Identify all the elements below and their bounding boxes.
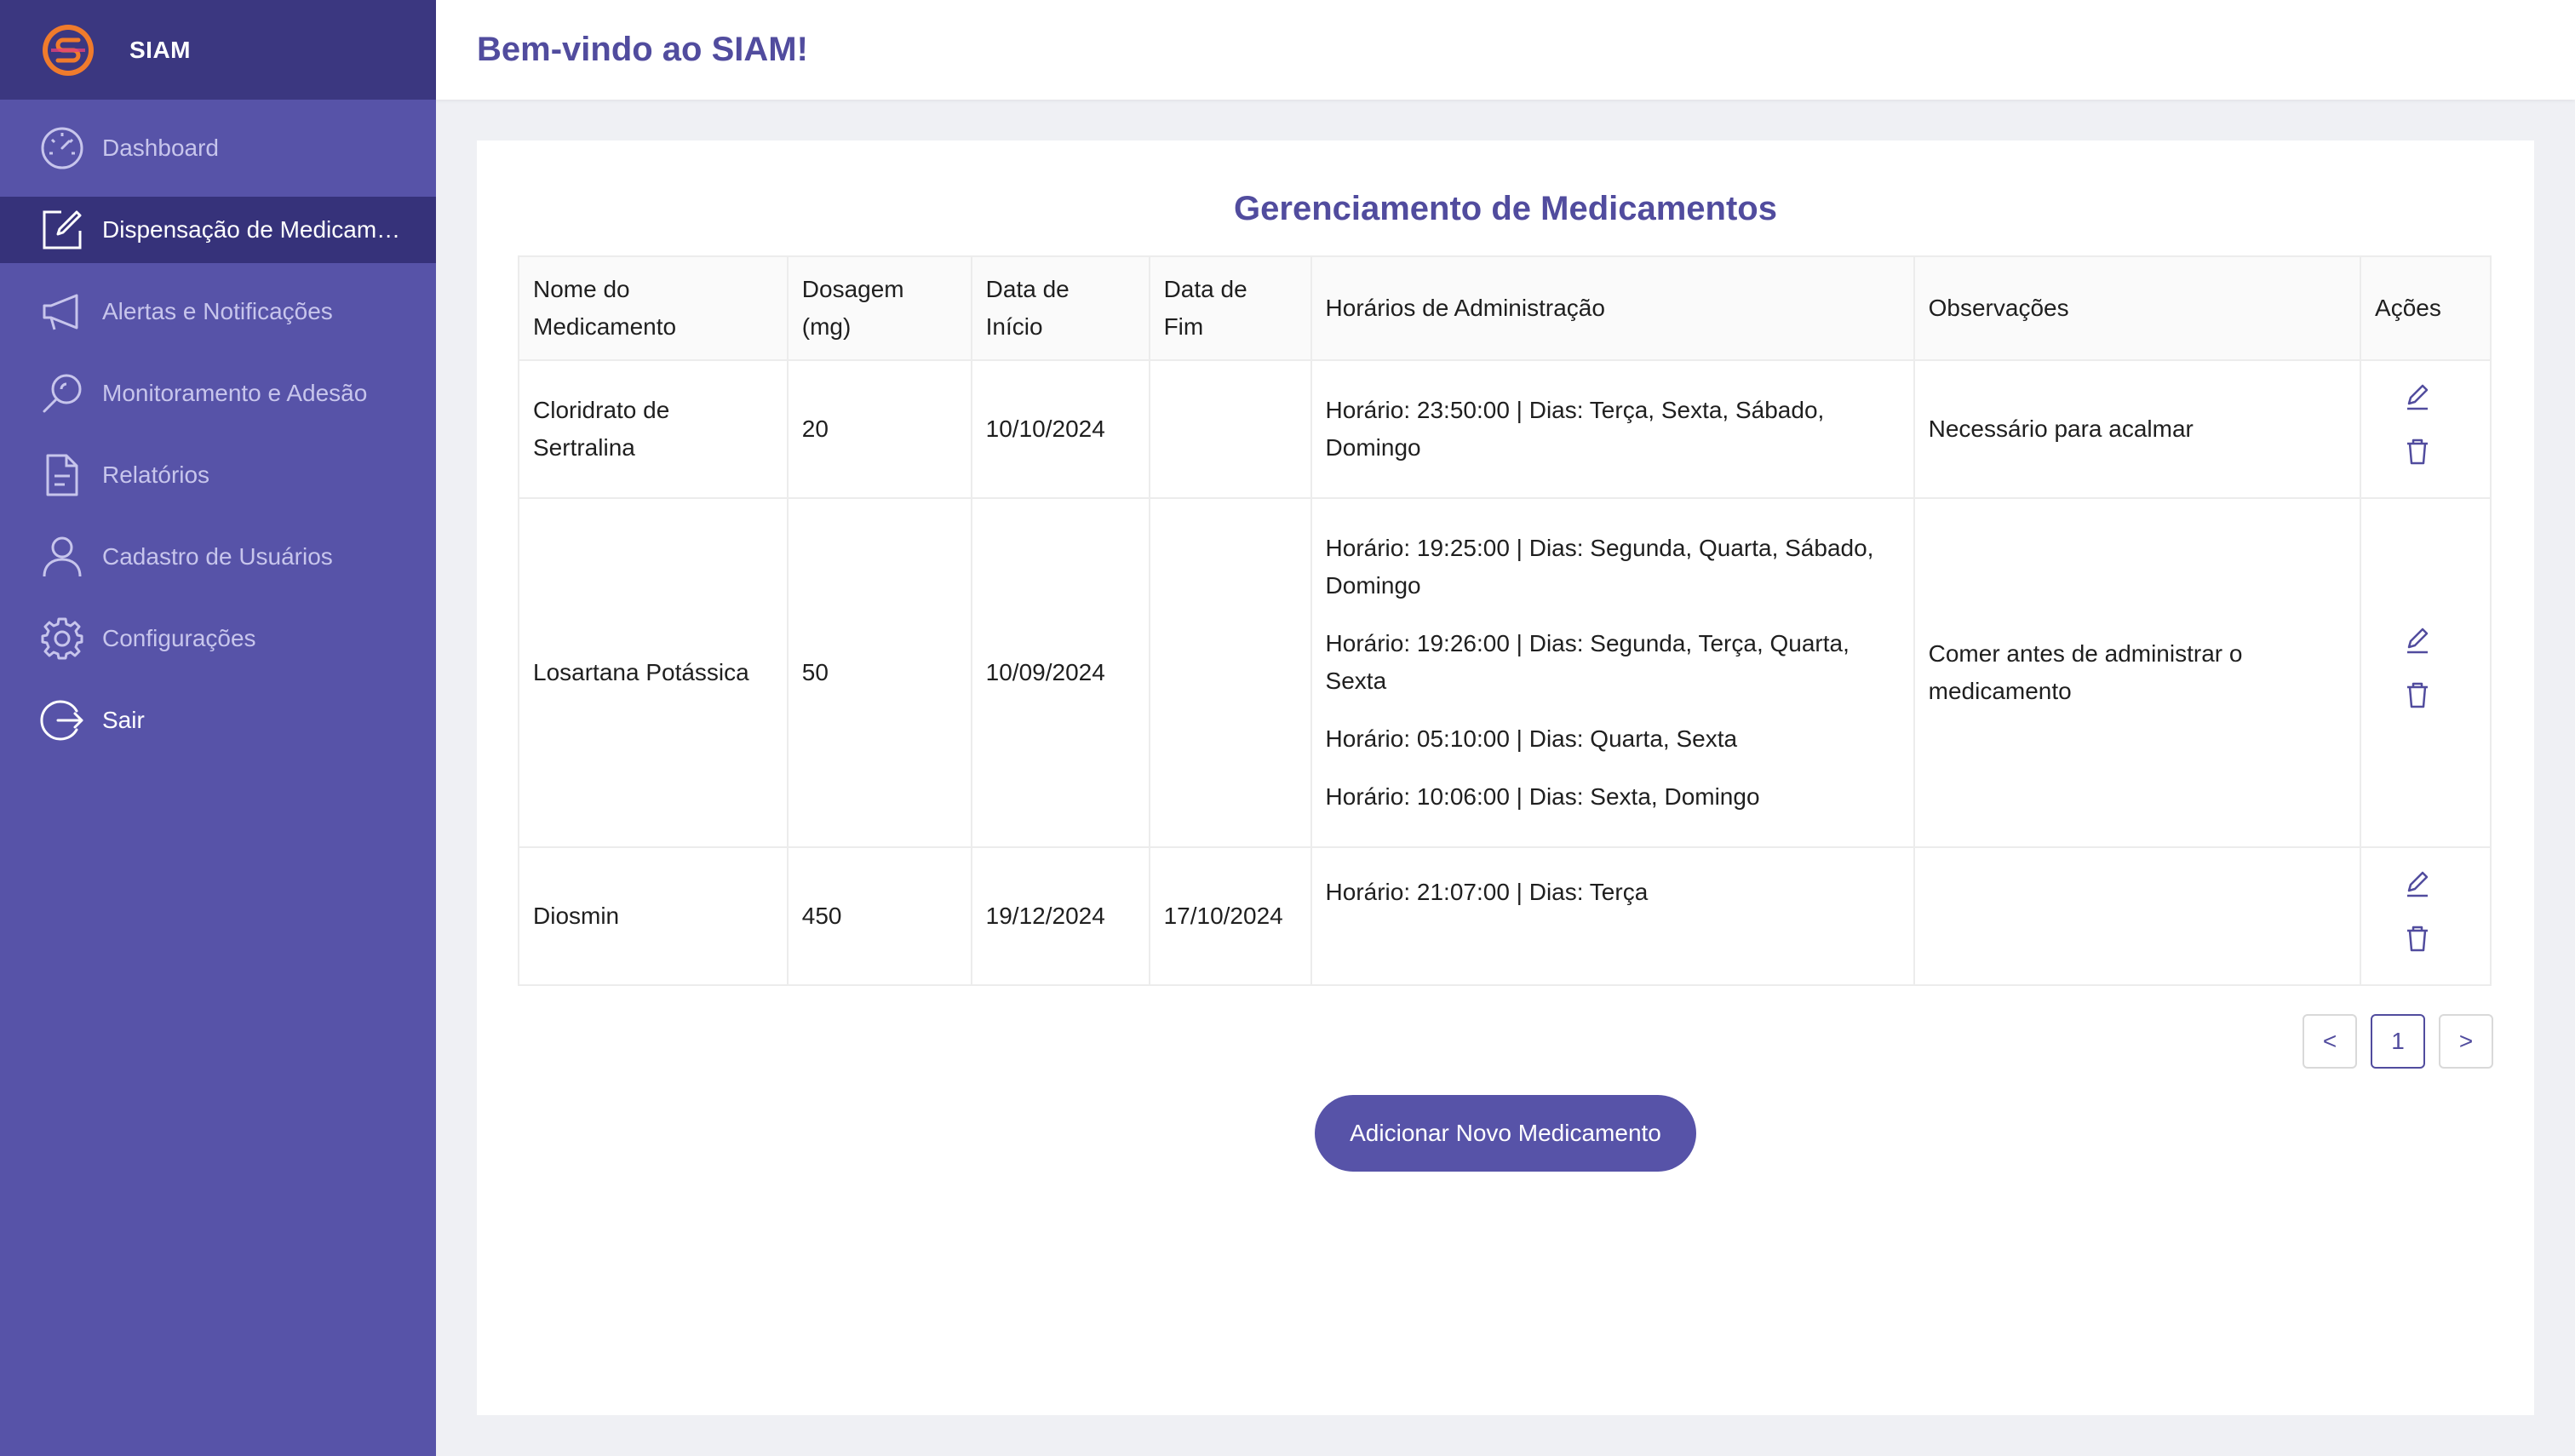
schedule-entry: Horário: 19:26:00 | Dias: Segunda, Terça… — [1325, 630, 1850, 694]
col-header-actions: Ações — [2360, 255, 2492, 361]
sidebar-nav: Dashboard Dispensação de Medicamentos Al… — [0, 100, 436, 754]
sidebar-item-dispensacao[interactable]: Dispensação de Medicamentos — [0, 197, 436, 263]
cell-notes — [1913, 846, 2362, 986]
cell-name: Cloridrato de Sertralina — [518, 359, 789, 499]
col-header-start-date[interactable]: Data de Início — [970, 255, 1150, 361]
section-title: Gerenciamento de Medicamentos — [1234, 190, 1777, 227]
cell-name: Diosmin — [518, 846, 789, 986]
schedule-entry: Horário: 21:07:00 | Dias: Terça — [1325, 879, 1649, 905]
sidebar-item-dashboard[interactable]: Dashboard — [0, 115, 436, 181]
siam-logo — [43, 24, 94, 76]
schedule-entry: Horário: 23:50:00 | Dias: Terça, Sexta, … — [1325, 397, 1825, 461]
cell-name: Losartana Potássica — [518, 497, 789, 848]
cell-start-date: 10/10/2024 — [970, 359, 1150, 499]
pagination-next-button[interactable]: > — [2439, 1014, 2493, 1069]
table-header-row: Nome do Medicamento Dosagem (mg) Data de In… — [518, 255, 2492, 361]
sidebar: SIAM Dashboard Dispensação de Medicament… — [0, 0, 436, 1456]
pagination-page-button[interactable]: 1 — [2371, 1014, 2425, 1069]
cell-schedules: Horário: 23:50:00 | Dias: Terça, Sexta, … — [1310, 359, 1915, 499]
table-row: Diosmin 450 19/12/2024 17/10/2024 Horári… — [518, 846, 2492, 986]
add-medication-button[interactable]: Adicionar Novo Medicamento — [1315, 1095, 1696, 1172]
schedule-entry: Horário: 19:25:00 | Dias: Segunda, Quart… — [1325, 535, 1874, 599]
cell-dosage: 20 — [786, 359, 972, 499]
edit-icon[interactable] — [2402, 868, 2433, 899]
delete-icon[interactable] — [2402, 679, 2433, 710]
pagination-prev-button[interactable]: < — [2303, 1014, 2357, 1069]
page-title: Bem-vindo ao SIAM! — [477, 31, 808, 68]
sidebar-header: SIAM — [0, 0, 436, 100]
col-header-name[interactable]: Nome do Medicamento — [518, 255, 789, 361]
table-row: Cloridrato de Sertralina 20 10/10/2024 H… — [518, 359, 2492, 499]
top-header: Bem-vindo ao SIAM! — [436, 0, 2575, 100]
content-card: Gerenciamento de Medicamentos Nome do Med… — [477, 140, 2534, 1415]
sidebar-item-relatorios[interactable]: Relatórios — [0, 442, 436, 508]
edit-icon — [43, 210, 82, 249]
megaphone-icon — [43, 294, 78, 330]
cell-notes: Necessário para acalmar — [1913, 359, 2362, 499]
dashboard-icon — [41, 127, 83, 169]
search-icon — [43, 374, 82, 413]
cell-actions — [2360, 497, 2492, 848]
user-icon — [43, 536, 82, 577]
col-header-dosage[interactable]: Dosagem (mg) — [786, 255, 972, 361]
edit-icon[interactable] — [2402, 381, 2433, 412]
cell-start-date: 19/12/2024 — [970, 846, 1150, 986]
sidebar-item-alertas[interactable]: Alertas e Notificações — [0, 278, 436, 345]
sidebar-item-usuarios[interactable]: Cadastro de Usuários — [0, 524, 436, 590]
table-row: Losartana Potássica 50 10/09/2024 Horári… — [518, 497, 2492, 848]
sidebar-item-monitoramento[interactable]: Monitoramento e Adesão — [0, 360, 436, 427]
col-header-schedules: Horários de Administração — [1310, 255, 1915, 361]
cell-schedules: Horário: 21:07:00 | Dias: Terça — [1310, 846, 1915, 986]
schedule-entry: Horário: 10:06:00 | Dias: Sexta, Domingo — [1325, 783, 1760, 810]
file-icon — [46, 454, 78, 496]
cell-end-date: 17/10/2024 — [1148, 846, 1312, 986]
cell-notes: Comer antes de administrar o medicamento — [1913, 497, 2362, 848]
cell-dosage: 50 — [786, 497, 972, 848]
sidebar-item-configuracoes[interactable]: Configurações — [0, 605, 436, 672]
logout-icon — [40, 700, 83, 741]
cell-actions — [2360, 846, 2492, 986]
col-header-notes: Observações — [1913, 255, 2362, 361]
cell-end-date — [1148, 497, 1312, 848]
pagination: < 1 > — [2303, 1014, 2493, 1069]
edit-icon[interactable] — [2402, 625, 2433, 656]
cell-start-date: 10/09/2024 — [970, 497, 1150, 848]
medications-table: Nome do Medicamento Dosagem (mg) Data de In… — [518, 255, 2492, 986]
cell-schedules: Horário: 19:25:00 | Dias: Segunda, Quart… — [1310, 497, 1915, 848]
sidebar-item-sair[interactable]: Sair — [0, 687, 436, 754]
delete-icon[interactable] — [2402, 923, 2433, 954]
schedule-entry: Horário: 05:10:00 | Dias: Quarta, Sexta — [1325, 725, 1738, 752]
col-header-end-date[interactable]: Data de Fim — [1148, 255, 1312, 361]
app-name: SIAM — [129, 36, 191, 63]
gear-icon — [41, 617, 83, 660]
cell-actions — [2360, 359, 2492, 499]
cell-end-date — [1148, 359, 1312, 499]
cell-dosage: 450 — [786, 846, 972, 986]
delete-icon[interactable] — [2402, 436, 2433, 467]
